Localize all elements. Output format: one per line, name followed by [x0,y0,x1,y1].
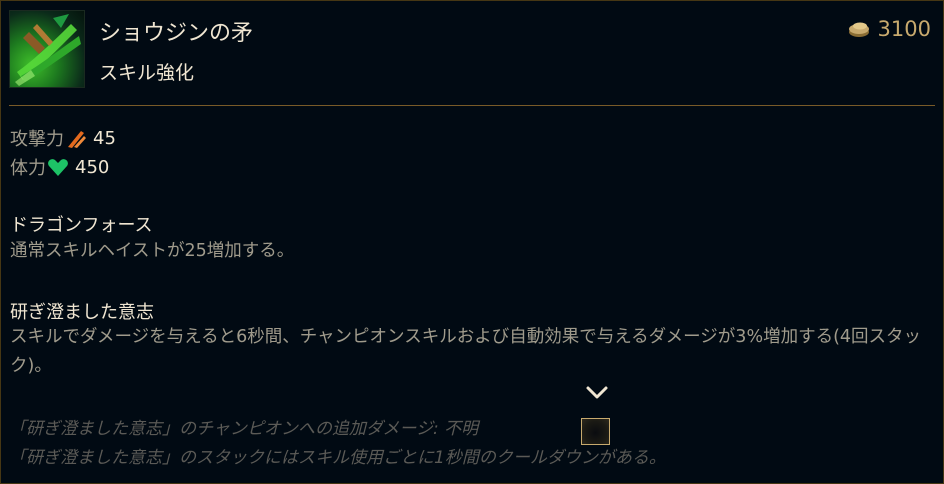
chevron-down-icon[interactable] [585,385,609,405]
shojin-spear-icon [9,10,85,88]
item-subtitle: スキル強化 [99,62,195,84]
health-heart-icon [48,159,68,176]
passive-name-dragonforce: ドラゴンフォース [10,215,153,236]
gold-coin-icon [848,22,869,37]
stat-label: 体力 [10,158,46,179]
stat-health: 体力 450 [10,154,109,180]
passive-description-focused-will: スキルでダメージを与えると6秒間、チャンピオンスキルおよび自動効果で与えるダメー… [10,327,922,376]
note-stack-cooldown: 「研ぎ澄ました意志」のスタックにはスキル使用ごとに1秒間のクールダウンがある。 [9,448,666,468]
passive-description-dragonforce: 通常スキルヘイストが25増加する。 [10,241,295,261]
stat-label: 攻撃力 [10,129,64,150]
note-bonus-damage: 「研ぎ澄ました意志」のチャンピオンへの追加ダメージ: 不明 [9,419,479,439]
attack-damage-icon [68,131,86,148]
stat-value: 450 [75,156,110,178]
mini-item-slot [581,418,610,445]
stat-attack-damage: 攻撃力 45 [10,125,116,151]
header-divider [9,105,935,106]
item-name: ショウジンの矛 [99,21,254,46]
item-tooltip: ショウジンの矛 スキル強化 3100 攻撃力 45 体力 450 ドラゴンフォー… [0,0,944,484]
item-cost: 3100 [848,17,931,41]
passive-name-focused-will: 研ぎ澄ました意志 [10,302,154,323]
stat-value: 45 [93,127,116,149]
cost-value: 3100 [877,17,931,41]
